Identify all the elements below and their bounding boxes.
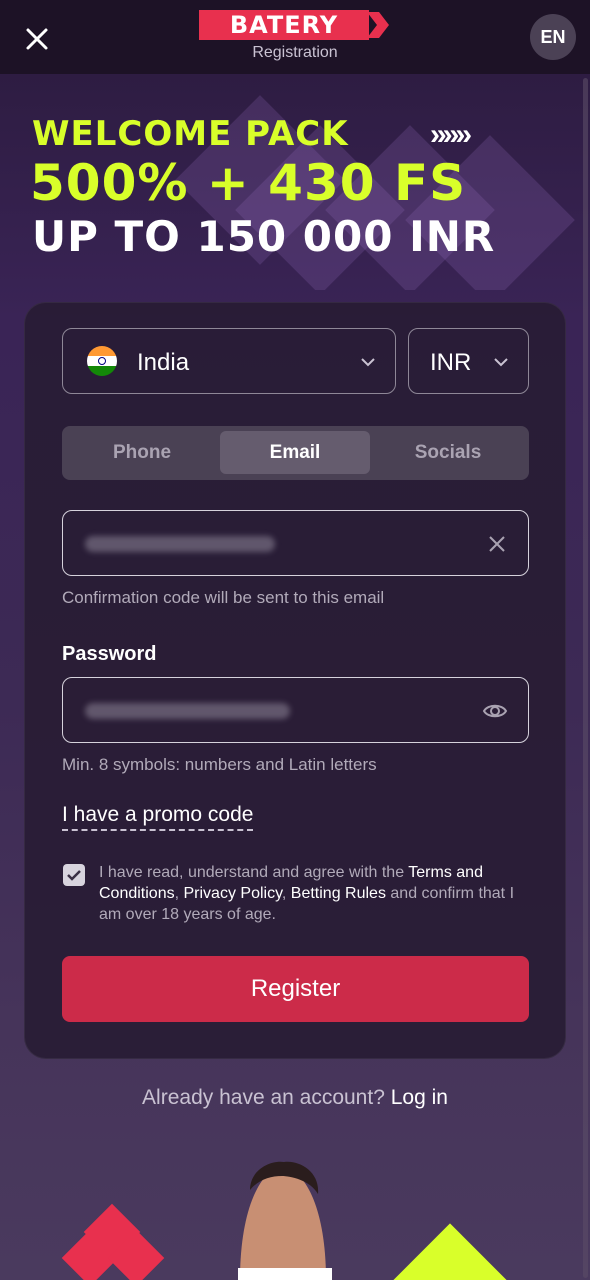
agree-prefix: I have read, understand and agree with t… [99, 864, 409, 881]
terms-agreement-text: I have read, understand and agree with t… [99, 862, 539, 925]
close-icon[interactable] [22, 24, 52, 54]
country-value: India [137, 349, 190, 376]
logo-text: BATERY [199, 10, 369, 40]
check-icon [67, 870, 81, 881]
register-button[interactable]: Register [62, 956, 529, 1022]
password-field[interactable] [62, 677, 529, 743]
password-label: Password [62, 643, 157, 665]
privacy-policy-link[interactable]: Privacy Policy [184, 885, 282, 902]
email-value-obscured [85, 536, 275, 552]
currency-value: INR [430, 349, 472, 376]
language-button[interactable]: EN [530, 14, 576, 60]
betting-rules-link[interactable]: Betting Rules [291, 885, 386, 902]
country-select[interactable]: India [62, 328, 396, 394]
tab-socials[interactable]: Socials [373, 431, 523, 474]
email-hint: Confirmation code will be sent to this e… [62, 588, 385, 607]
decorative-shapes [61, 1161, 507, 1280]
chevron-down-icon [494, 358, 508, 367]
login-prompt-text: Already have an account? [142, 1086, 385, 1109]
password-hint: Min. 8 symbols: numbers and Latin letter… [62, 755, 377, 774]
eye-icon[interactable] [482, 698, 508, 724]
currency-select[interactable]: INR [408, 328, 529, 394]
login-prompt: Already have an account? Log in [0, 1086, 590, 1110]
logo-arrow-icon [367, 12, 389, 38]
email-field[interactable] [62, 510, 529, 576]
logo: BATERY Registration [199, 10, 391, 66]
chevrons-icon: »»» [430, 118, 472, 151]
top-bar: BATERY Registration EN [0, 0, 590, 74]
chevron-down-icon [361, 358, 375, 367]
page-subtitle: Registration [252, 44, 338, 61]
promo-banner: WELCOME PACK »»» 500% + 430 FS UP TO 150… [0, 90, 590, 290]
promo-bonus: 500% + 430 FS [30, 154, 467, 212]
bottom-illustration [0, 1150, 590, 1280]
agree-separator: , [281, 885, 291, 902]
agree-separator: , [174, 885, 184, 902]
promo-title: WELCOME PACK [32, 114, 349, 154]
promo-code-link[interactable]: I have a promo code [62, 803, 254, 831]
india-flag-icon [87, 346, 117, 376]
promo-amount: UP TO 150 000 INR [32, 212, 496, 261]
clear-icon[interactable] [486, 533, 508, 555]
password-value-obscured [85, 703, 290, 719]
login-link[interactable]: Log in [391, 1086, 448, 1109]
terms-checkbox[interactable] [63, 864, 85, 886]
registration-form: India INR Phone Email Socials Confirmati… [24, 302, 566, 1059]
tab-email[interactable]: Email [220, 431, 370, 474]
tab-phone[interactable]: Phone [67, 431, 217, 474]
registration-method-tabs: Phone Email Socials [62, 426, 529, 480]
